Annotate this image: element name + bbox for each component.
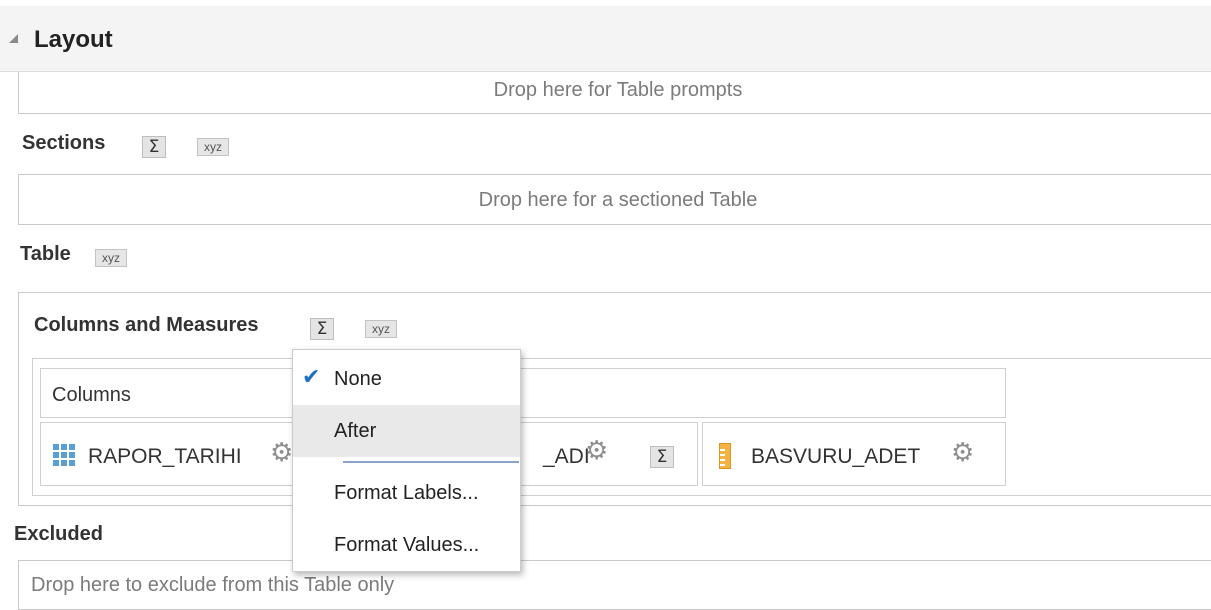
excluded-label: Excluded [14, 523, 103, 545]
gear-icon[interactable]: ⚙ [270, 440, 293, 466]
totals-context-menu: ✔ None After Format Labels... Format Val… [292, 349, 521, 572]
columns-measures-label: Columns and Measures [34, 314, 259, 336]
menu-item-format-labels[interactable]: Format Labels... [293, 467, 520, 519]
column-basvuru-adet[interactable]: BASVURU_ADET ⚙ [702, 422, 1006, 486]
sections-label: Sections [22, 132, 106, 154]
sections-dropzone[interactable]: Drop here for a sectioned Table [18, 174, 1211, 225]
table-xyz-icon[interactable]: xyz [95, 249, 127, 267]
ruler-icon [719, 443, 731, 469]
table-prompts-dropzone[interactable]: Drop here for Table prompts [18, 72, 1211, 114]
menu-separator [343, 461, 519, 463]
gear-icon[interactable]: ⚙ [951, 440, 974, 466]
column-rapor-tarihi[interactable]: RAPOR_TARIHI ⚙ [40, 422, 298, 486]
column-sigma-icon[interactable]: Σ [650, 446, 674, 468]
menu-item-label: Format Labels... [334, 482, 479, 504]
gear-icon[interactable]: ⚙ [585, 438, 608, 464]
columns-header: Columns [40, 368, 1006, 418]
menu-item-none[interactable]: ✔ None [293, 353, 520, 405]
sections-xyz-icon[interactable]: xyz [197, 138, 229, 156]
menu-item-label: After [334, 420, 377, 442]
menu-item-label: None [334, 368, 382, 390]
column-name: _ADI [543, 445, 590, 468]
columns-measures-sigma-icon[interactable]: Σ [310, 318, 334, 340]
menu-item-format-values[interactable]: Format Values... [293, 519, 520, 571]
columns-measures-xyz-icon[interactable]: xyz [365, 320, 397, 338]
sections-sigma-icon[interactable]: Σ [142, 136, 166, 158]
menu-item-label: Format Values... [334, 534, 480, 556]
layout-header[interactable]: Layout [0, 6, 1211, 72]
table-label: Table [20, 243, 71, 265]
column-name: RAPOR_TARIHI [88, 445, 242, 468]
menu-item-after[interactable]: After [293, 405, 520, 457]
checkmark-icon: ✔ [302, 365, 321, 390]
collapse-triangle-icon[interactable] [9, 34, 18, 43]
grid-icon [53, 444, 75, 466]
excluded-dropzone[interactable]: Drop here to exclude from this Table onl… [18, 560, 1211, 610]
columns-header-label: Columns [52, 384, 131, 406]
column-name: BASVURU_ADET [751, 445, 921, 468]
layout-title: Layout [34, 26, 113, 53]
